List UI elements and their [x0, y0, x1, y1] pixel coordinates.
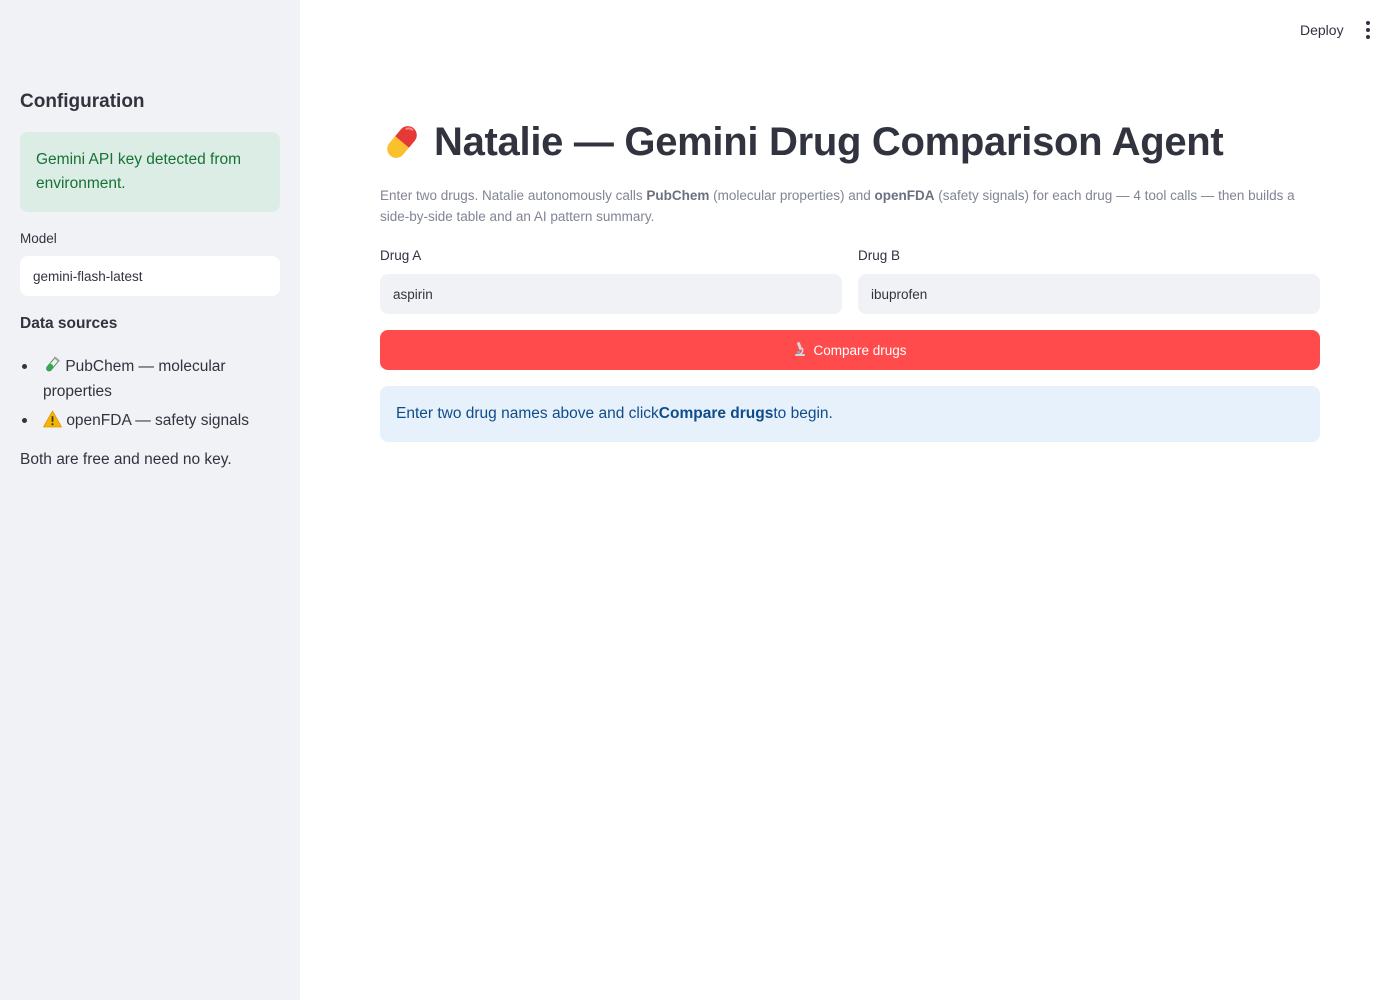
data-source-item-openfda: openFDA — safety signals [20, 408, 280, 433]
data-source-label: openFDA — safety signals [66, 412, 249, 429]
drug-b-label: Drug B [858, 248, 901, 263]
model-input-value: gemini-flash-latest [33, 268, 143, 284]
data-source-label: PubChem — molecular properties [43, 358, 226, 400]
compare-drugs-label: Compare drugs [813, 342, 907, 358]
page-description: Enter two drugs. Natalie autonomously ca… [380, 188, 1295, 224]
sidebar-title: Configuration [20, 91, 145, 112]
deploy-button[interactable]: Deploy [1290, 18, 1354, 42]
api-key-status-alert: Gemini API key detected from environment… [20, 132, 280, 212]
data-sources-list: PubChem — molecular properties openFDA —… [20, 354, 280, 437]
drug-b-input[interactable] [858, 274, 1320, 314]
drug-a-input[interactable] [380, 274, 842, 314]
data-sources-title: Data sources [20, 315, 118, 332]
data-sources-note: Both are free and need no key. [20, 451, 232, 468]
info-alert: Enter two drug names above and click Com… [380, 386, 1320, 442]
microscope-icon [793, 341, 807, 360]
test-tube-icon [43, 356, 65, 375]
warning-icon [43, 410, 66, 429]
page-title-row: Natalie — Gemini Drug Comparison Agent [380, 116, 1224, 168]
page-title: Natalie — Gemini Drug Comparison Agent [434, 119, 1224, 164]
sidebar: Configuration Gemini API key detected fr… [0, 0, 300, 1000]
kebab-menu-icon[interactable] [1361, 20, 1375, 40]
pill-icon [380, 120, 424, 164]
data-source-item-pubchem: PubChem — molecular properties [20, 354, 280, 404]
model-label: Model [20, 231, 57, 246]
drug-a-label: Drug A [380, 248, 422, 263]
compare-drugs-button[interactable]: Compare drugs [380, 330, 1320, 370]
model-input[interactable]: gemini-flash-latest [20, 256, 280, 296]
